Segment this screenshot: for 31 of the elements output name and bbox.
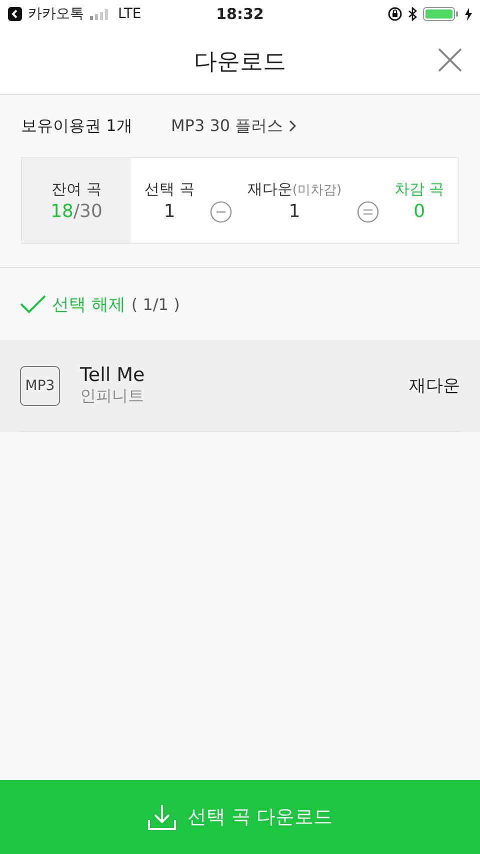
deducted-label: 차감 곡	[394, 180, 444, 198]
download-icon	[147, 803, 178, 831]
download-status: 재다운	[409, 375, 460, 397]
back-icon[interactable]	[8, 7, 22, 21]
redownload-value: 1	[288, 200, 300, 222]
minus-icon	[210, 200, 232, 222]
redownload-label: 재다운(미차감)	[247, 180, 342, 198]
battery-icon	[423, 7, 459, 21]
artist-name: 인피니트	[80, 386, 145, 407]
pass-count: 보유이용권 1개	[21, 116, 134, 136]
back-app-label[interactable]: 카카오톡	[28, 5, 84, 23]
track-row[interactable]: MP3 Tell Me 인피니트 재다운	[0, 340, 480, 432]
charging-icon	[465, 8, 472, 20]
remaining-value: 18/30	[50, 200, 102, 222]
network-label: LTE	[118, 6, 142, 22]
track-title: Tell Me	[80, 364, 146, 386]
remaining-label: 잔여 곡	[52, 180, 102, 198]
check-icon[interactable]	[20, 294, 46, 314]
selection-count: ( 1/1 )	[131, 294, 180, 314]
plan-link[interactable]: MP3 30 플러스	[171, 116, 296, 136]
deducted-value: 0	[414, 200, 426, 222]
format-badge: MP3	[20, 366, 60, 406]
status-time: 18:32	[216, 5, 264, 23]
bluetooth-icon	[408, 7, 417, 21]
equals-icon	[357, 200, 380, 222]
selected-label: 선택 곡	[144, 180, 194, 198]
chevron-icon	[289, 120, 296, 132]
rotation-lock-icon	[388, 7, 402, 21]
selected-value: 1	[164, 200, 176, 222]
page-title: 다운로드	[194, 48, 286, 76]
close-icon[interactable]	[438, 48, 462, 72]
